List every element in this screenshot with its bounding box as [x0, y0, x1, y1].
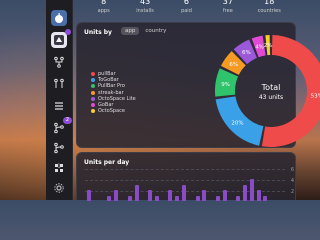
units-by-toggle: app country — [121, 27, 170, 35]
legend-swatch — [91, 109, 95, 114]
day-bar[interactable] — [107, 195, 112, 201]
main-content: 8 apps 43 installs 6 paid 37 free 18 cou… — [73, 0, 320, 201]
legend-swatch — [91, 72, 95, 77]
apple-icon — [55, 13, 63, 23]
stat-label: free — [222, 8, 233, 14]
legend-label: streak-bar — [98, 89, 124, 96]
toggle-country[interactable]: country — [141, 27, 170, 35]
y-tick-label: 4 — [290, 178, 294, 184]
day-bar[interactable] — [202, 190, 207, 201]
badge: 2 — [63, 117, 72, 124]
sidebar-item-1[interactable] — [51, 29, 71, 48]
stats-row: 8 apps 43 installs 6 paid 37 free 18 cou… — [73, 0, 300, 16]
day-bar[interactable] — [168, 190, 173, 201]
stat-value: 6 — [183, 0, 190, 6]
day-bar[interactable] — [182, 184, 186, 201]
slice-label: 9% — [221, 82, 230, 88]
donut-center-value: 43 units — [259, 94, 283, 101]
sidebar: 2 1 — [46, 0, 73, 200]
app-icon — [54, 35, 64, 45]
stat-free: 37 free — [214, 0, 242, 16]
stat-value: 8 — [101, 0, 107, 6]
day-bar[interactable] — [175, 195, 180, 201]
sidebar-item-2[interactable] — [51, 54, 67, 70]
slice-label: 6% — [229, 62, 238, 68]
day-bar[interactable] — [215, 195, 220, 201]
panel-title: Units by — [84, 29, 112, 36]
stat-apps: 8 apps — [90, 0, 118, 16]
stat-installs: 43 installs — [131, 0, 159, 16]
list-icon — [55, 102, 63, 110]
chart-legend: pullBar ToGoBar PullBar Pro streak-bar OctoS… — [91, 71, 136, 114]
day-bar[interactable] — [236, 195, 241, 201]
day-bar[interactable] — [134, 184, 139, 201]
slice-label: 53% — [311, 93, 320, 99]
day-bar[interactable] — [127, 195, 132, 201]
slice-label: 20% — [231, 120, 243, 126]
units-donut-chart: 53% 20% 9% 6% 6% 4%2% Total 43 units — [215, 35, 320, 147]
sidebar-item-3[interactable] — [51, 76, 67, 92]
legend-item: OctoSpace — [91, 108, 136, 114]
day-bar[interactable] — [154, 195, 159, 201]
grid-line — [85, 180, 285, 181]
slice-label: 2% — [264, 43, 273, 49]
stat-label: countries — [257, 8, 281, 14]
legend-label: PullBar Pro — [98, 83, 125, 90]
day-bar[interactable] — [195, 195, 200, 201]
day-bar[interactable] — [256, 190, 261, 201]
legend-swatch — [91, 78, 95, 83]
legend-label: ToGoBar — [98, 77, 119, 84]
slice-label: 6% — [242, 50, 251, 56]
day-bar[interactable] — [243, 184, 248, 201]
day-bar[interactable] — [222, 190, 227, 201]
fork-icon — [54, 78, 64, 88]
day-bar[interactable] — [114, 190, 119, 201]
sidebar-item-5[interactable]: 2 — [51, 117, 72, 136]
grid-line — [85, 169, 285, 170]
stat-value: 18 — [264, 0, 275, 6]
stat-label: paid — [181, 8, 192, 14]
toggle-app[interactable]: app — [121, 27, 140, 35]
slice-label: 4% — [255, 44, 264, 50]
legend-label: pullBar — [98, 71, 116, 78]
day-bar[interactable] — [249, 179, 254, 201]
day-bar[interactable] — [87, 190, 91, 201]
footer-number: 1 — [57, 163, 61, 170]
stat-value: 43 — [139, 0, 151, 6]
stat-value: 37 — [222, 0, 233, 6]
legend-label: GoBar — [98, 102, 114, 109]
stat-label: apps — [97, 8, 110, 14]
gear-icon — [54, 183, 64, 193]
donut-center-title: Total — [261, 83, 281, 92]
sidebar-item-4[interactable] — [51, 98, 67, 114]
legend-swatch — [91, 103, 95, 108]
legend-swatch — [91, 96, 95, 101]
legend-swatch — [91, 84, 95, 89]
branch-icon — [54, 142, 64, 154]
sidebar-item-0[interactable] — [51, 10, 67, 26]
units-per-day-panel: Units per day 6 4 2 — [76, 152, 297, 201]
day-bar[interactable] — [148, 190, 153, 201]
day-bar[interactable] — [263, 195, 268, 201]
stat-countries: 18 countries — [255, 0, 283, 16]
stat-paid: 6 paid — [172, 0, 200, 16]
units-per-day-chart: 6 4 2 — [77, 167, 297, 201]
y-tick-label: 6 — [290, 167, 294, 173]
fork-icon — [54, 56, 64, 68]
sidebar-item-6[interactable] — [51, 140, 67, 156]
legend-label: OctoSpace — [98, 108, 125, 115]
stat-label: installs — [136, 8, 154, 14]
notification-dot — [65, 29, 71, 35]
y-tick-label: 2 — [290, 189, 294, 195]
legend-swatch — [91, 90, 95, 95]
branch-icon — [54, 122, 64, 134]
panel-title: Units per day — [84, 159, 130, 166]
legend-label: OctoSpace Lite — [98, 95, 136, 102]
settings-button[interactable] — [51, 180, 67, 196]
legend-item: OctoSpace Lite — [91, 96, 136, 102]
